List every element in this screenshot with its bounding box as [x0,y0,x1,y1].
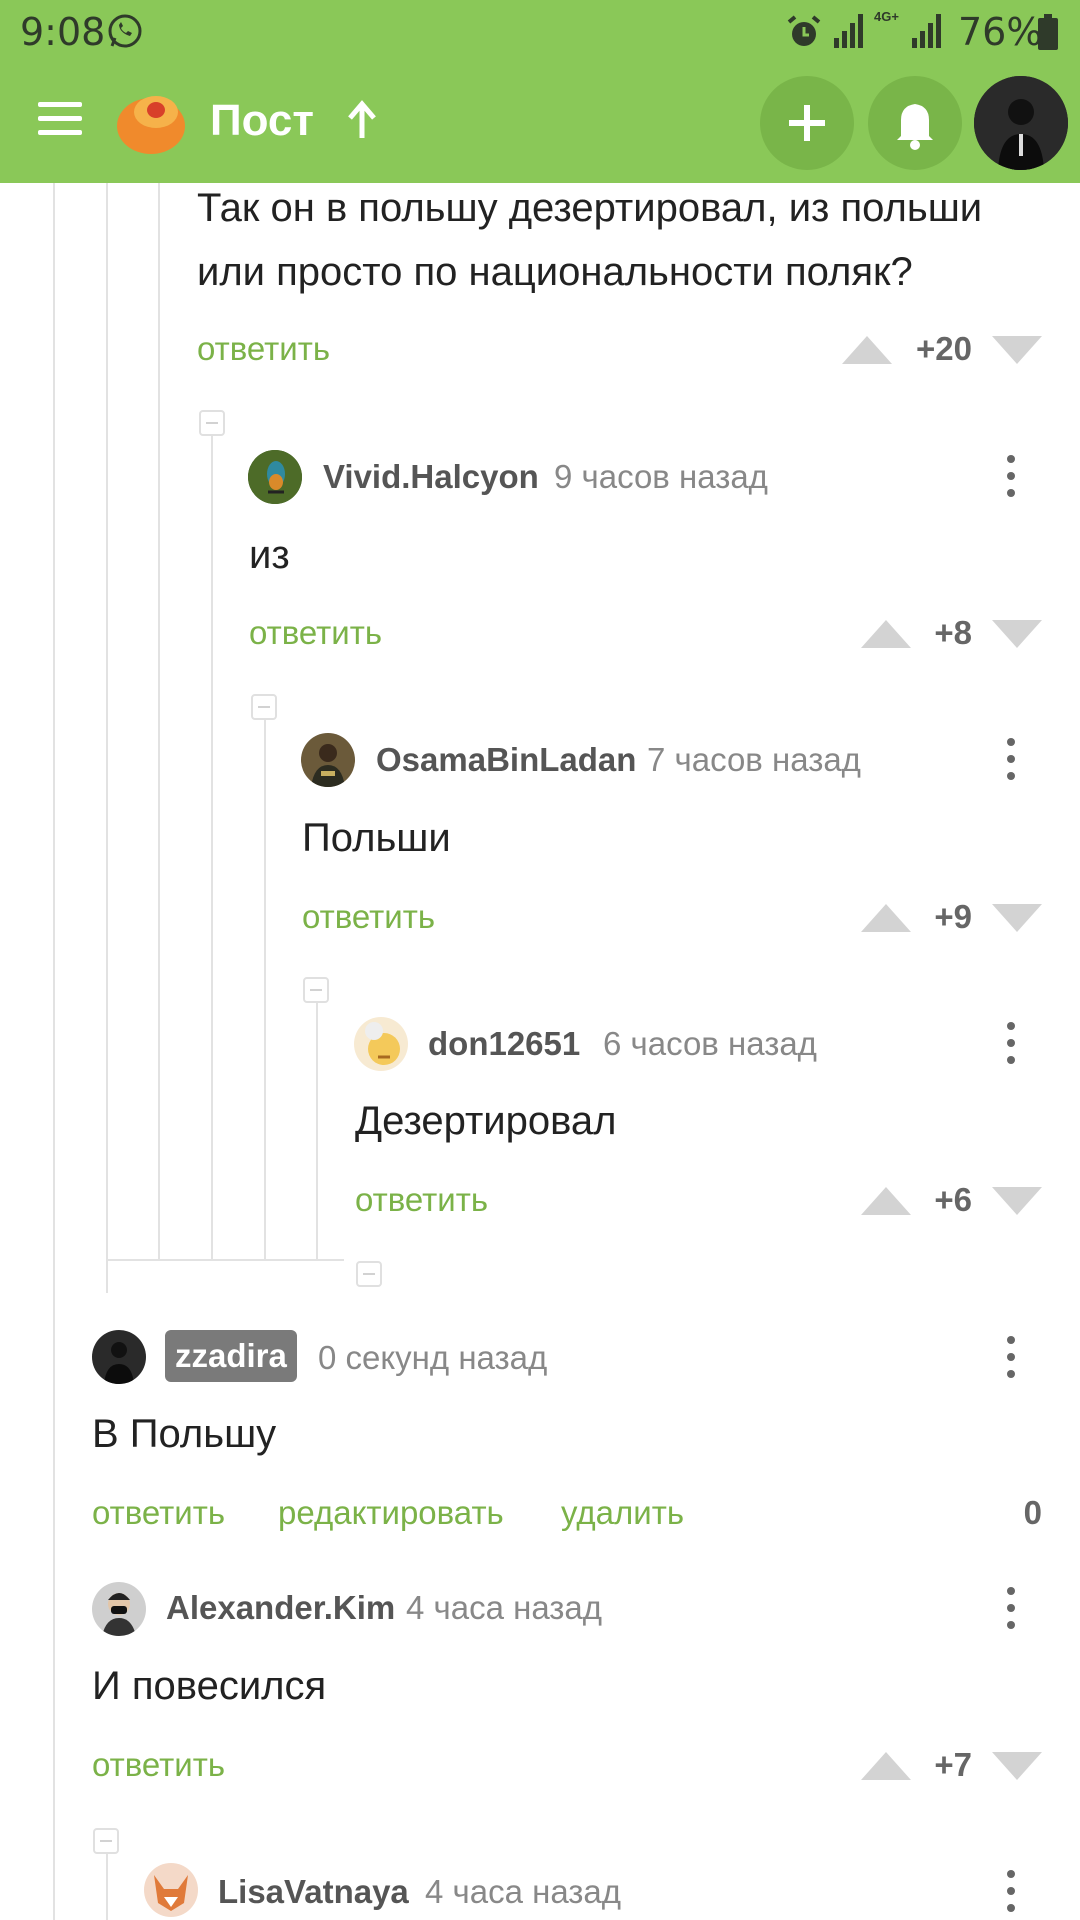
thread-line [316,1000,318,1261]
alarm-icon [787,15,821,46]
thread-line [158,183,160,1261]
avatar[interactable] [92,1582,146,1636]
pikabu-logo-icon [117,96,185,154]
collapse-button[interactable] [356,1261,382,1287]
more-options-button[interactable] [1005,738,1017,782]
avatar[interactable] [92,1330,146,1384]
comment-text: Так он в польшу дезертировал, из польши … [197,186,983,294]
downvote-button[interactable] [992,620,1042,648]
comment-author[interactable]: don12651 [428,1025,580,1063]
bell-icon [897,104,933,150]
reply-link[interactable]: ответить [197,330,330,368]
page-title: Пост [210,96,314,145]
user-avatar-image [974,76,1068,170]
reply-link[interactable]: ответить [92,1494,225,1532]
more-options-button[interactable] [1005,1587,1017,1631]
comment-time: 9 часов назад [554,458,768,495]
upvote-button[interactable] [842,336,892,364]
comment-author[interactable]: zzadira [165,1330,297,1382]
downvote-button[interactable] [992,336,1042,364]
signal-icon [834,14,863,48]
reply-link[interactable]: ответить [249,614,382,652]
comment-score: +7 [934,1746,972,1783]
thread-line [106,1259,344,1261]
person-avatar-image [92,1582,146,1636]
battery-icon [1038,14,1058,50]
user-avatar-image [92,1330,146,1384]
comment-author[interactable]: LisaVatnaya [218,1873,409,1911]
thread-line [106,1850,108,1920]
battery-percent: 76% [958,10,1043,54]
comment-text: Дезертировал [355,1099,617,1143]
thread-line [106,183,108,1293]
scroll-up-arrow-icon[interactable] [344,100,380,140]
comment-text: И повесился [92,1664,327,1708]
collapse-button[interactable] [199,410,225,436]
top-app-bar: 9:08 4G+ 76% Пост [0,0,1080,183]
fox-avatar-image [144,1863,198,1917]
thread-line [53,183,55,1920]
avatar[interactable] [144,1863,198,1917]
more-options-button[interactable] [1005,455,1017,499]
reply-link[interactable]: ответить [92,1746,225,1784]
notifications-button[interactable] [868,76,962,170]
emoji-avatar-image [354,1017,408,1071]
user-avatar[interactable] [974,76,1068,170]
comment-text: Польши [302,816,451,860]
more-options-button[interactable] [1005,1022,1017,1066]
collapse-button[interactable] [303,977,329,1003]
add-post-button[interactable] [760,76,854,170]
comment-time: 0 секунд назад [318,1339,548,1376]
comment-score: +6 [934,1181,972,1218]
signal-icon [912,14,941,48]
comment-author[interactable]: OsamaBinLadan [376,741,636,779]
downvote-button[interactable] [992,904,1042,932]
plus-icon [789,105,825,141]
reply-link[interactable]: ответить [355,1181,488,1219]
comment-text: В Польшу [92,1412,277,1456]
reply-link[interactable]: ответить [302,898,435,936]
thread-line [264,718,266,1261]
network-type: 4G+ [874,9,899,24]
collapse-button[interactable] [93,1828,119,1854]
comment-score: 0 [1023,1494,1042,1531]
delete-link[interactable]: удалить [561,1494,684,1532]
more-options-button[interactable] [1005,1870,1017,1914]
comment-author[interactable]: Vivid.Halcyon [323,458,539,496]
whatsapp-icon [108,14,142,48]
person-avatar-image [301,733,355,787]
avatar[interactable] [248,450,302,504]
thread-line [211,420,213,1261]
avatar[interactable] [354,1017,408,1071]
comment-time: 6 часов назад [603,1025,817,1062]
collapse-button[interactable] [251,694,277,720]
avatar[interactable] [301,733,355,787]
bird-avatar-image [248,450,302,504]
comment-score: +9 [934,898,972,935]
more-options-button[interactable] [1005,1336,1017,1380]
comment-score: +20 [916,330,972,367]
downvote-button[interactable] [992,1187,1042,1215]
comment-time: 4 часа назад [425,1873,622,1910]
comment-time: 7 часов назад [647,741,861,778]
menu-button[interactable] [38,102,82,138]
comment-text: из [249,533,290,577]
edit-link[interactable]: редактировать [278,1494,504,1532]
status-time: 9:08 [20,10,106,54]
comment-score: +8 [934,614,972,651]
comment-author[interactable]: Alexander.Kim [166,1589,395,1627]
downvote-button[interactable] [992,1752,1042,1780]
comment-time: 4 часа назад [406,1589,603,1626]
